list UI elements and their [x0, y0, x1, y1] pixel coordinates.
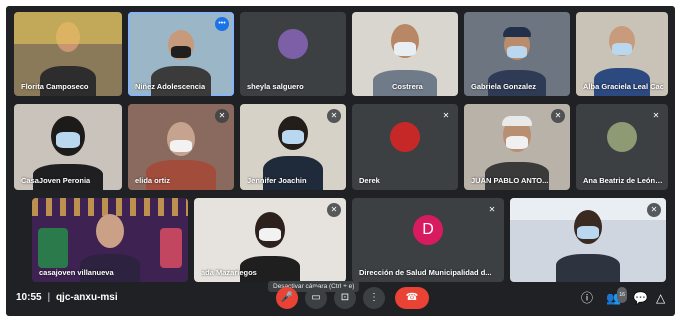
participant-tile[interactable]: ✕: [510, 198, 666, 282]
camera-button[interactable]: ▭: [305, 287, 327, 309]
people-button[interactable]: 👥 16: [606, 287, 627, 306]
participant-tile[interactable]: D ✕ Dirección de Salud Municipalidad d..…: [352, 198, 504, 282]
mic-off-icon: ✕: [485, 203, 499, 217]
participant-name: Gabriela Gonzalez: [471, 82, 537, 91]
separator: |: [47, 292, 51, 303]
mic-off-icon: 🎤: [280, 292, 294, 303]
more-options-button[interactable]: ⋮: [363, 287, 385, 309]
speaking-indicator-icon: •••: [215, 17, 229, 31]
clock-time: 10:55: [16, 292, 42, 303]
participant-tile[interactable]: ✕ Ana Beatriz de León Dí...: [576, 104, 668, 190]
participant-avatar: D: [413, 214, 443, 245]
participant-tile[interactable]: Gabriela Gonzalez: [464, 12, 570, 96]
participant-name: casajoven villanueva: [39, 268, 114, 277]
participant-tile[interactable]: ••• Niñez Adolescencia: [128, 12, 234, 96]
participant-tile[interactable]: ✕ Derek: [352, 104, 458, 190]
participant-name: Niñez Adolescencia: [135, 82, 206, 91]
participant-avatar: [278, 28, 308, 59]
meeting-code: qjc-anxu-msi: [55, 292, 118, 303]
participant-video: [40, 66, 96, 96]
mic-off-icon: ✕: [551, 109, 565, 123]
meeting-window: Florita Camposeco ••• Niñez Adolescencia…: [6, 6, 675, 316]
participant-tile[interactable]: ✕ elida ortiz: [128, 104, 234, 190]
end-call-icon: ☎: [405, 292, 419, 303]
participant-name: sheyla salguero: [247, 82, 304, 91]
meeting-info: 10:55 | qjc-anxu-msi: [16, 292, 118, 303]
participant-name: Florita Camposeco: [21, 82, 89, 91]
mic-off-icon: ✕: [327, 203, 341, 217]
mic-off-icon: ✕: [215, 109, 229, 123]
participant-name: JUAN PABLO ANTO...: [471, 176, 549, 185]
participant-name: elida ortiz: [135, 176, 171, 185]
participant-name: Jennifer Joachin: [247, 176, 307, 185]
people-count-badge: 16: [617, 287, 627, 303]
participant-name: Ana Beatriz de León Dí...: [583, 176, 664, 185]
participant-name: Costrera: [392, 82, 423, 91]
participant-tile[interactable]: CasaJoven Peronia: [14, 104, 122, 190]
participant-tile[interactable]: Alba Graciela Leal Cac: [576, 12, 668, 96]
activities-icon: △: [656, 291, 666, 305]
mic-off-icon: ✕: [327, 109, 341, 123]
mic-off-icon: ✕: [649, 109, 663, 123]
participant-tile[interactable]: ✕ JUAN PABLO ANTO...: [464, 104, 570, 190]
participant-avatar: [607, 121, 637, 152]
mic-off-button[interactable]: 🎤: [276, 287, 298, 309]
camera-icon: ▭: [311, 292, 321, 303]
info-button[interactable]: ⓘ: [581, 290, 593, 306]
participant-tile[interactable]: sheyla salguero: [240, 12, 346, 96]
participant-tile[interactable]: casajoven villanueva: [32, 198, 188, 282]
present-button[interactable]: ⊡: [334, 287, 356, 309]
participant-name: ada Mazariegos: [201, 268, 257, 277]
participant-tile[interactable]: Costrera: [352, 12, 458, 96]
participant-name: Derek: [359, 176, 380, 185]
participant-tile[interactable]: ✕ ada Mazariegos: [194, 198, 346, 282]
present-icon: ⊡: [340, 292, 350, 303]
info-icon: ⓘ: [581, 291, 594, 305]
more-icon: ⋮: [369, 292, 379, 303]
chat-button[interactable]: 💬: [633, 290, 648, 306]
bottom-bar: 10:55 | qjc-anxu-msi 🎤 ▭ ⊡ ⋮ ☎ ⓘ 👥 16 💬: [6, 282, 675, 316]
participant-tile[interactable]: ✕ Jennifer Joachin: [240, 104, 346, 190]
participant-avatar: [390, 121, 420, 152]
mic-off-icon: ✕: [439, 109, 453, 123]
participant-name: Dirección de Salud Municipalidad d...: [359, 268, 492, 277]
end-call-button[interactable]: ☎: [395, 287, 429, 309]
participant-name: Alba Graciela Leal Cac: [583, 82, 664, 91]
participant-name: CasaJoven Peronia: [21, 176, 91, 185]
activities-button[interactable]: △: [656, 290, 665, 306]
mic-off-icon: ✕: [647, 203, 661, 217]
chat-icon: 💬: [633, 291, 648, 305]
participant-tile[interactable]: Florita Camposeco: [14, 12, 122, 96]
